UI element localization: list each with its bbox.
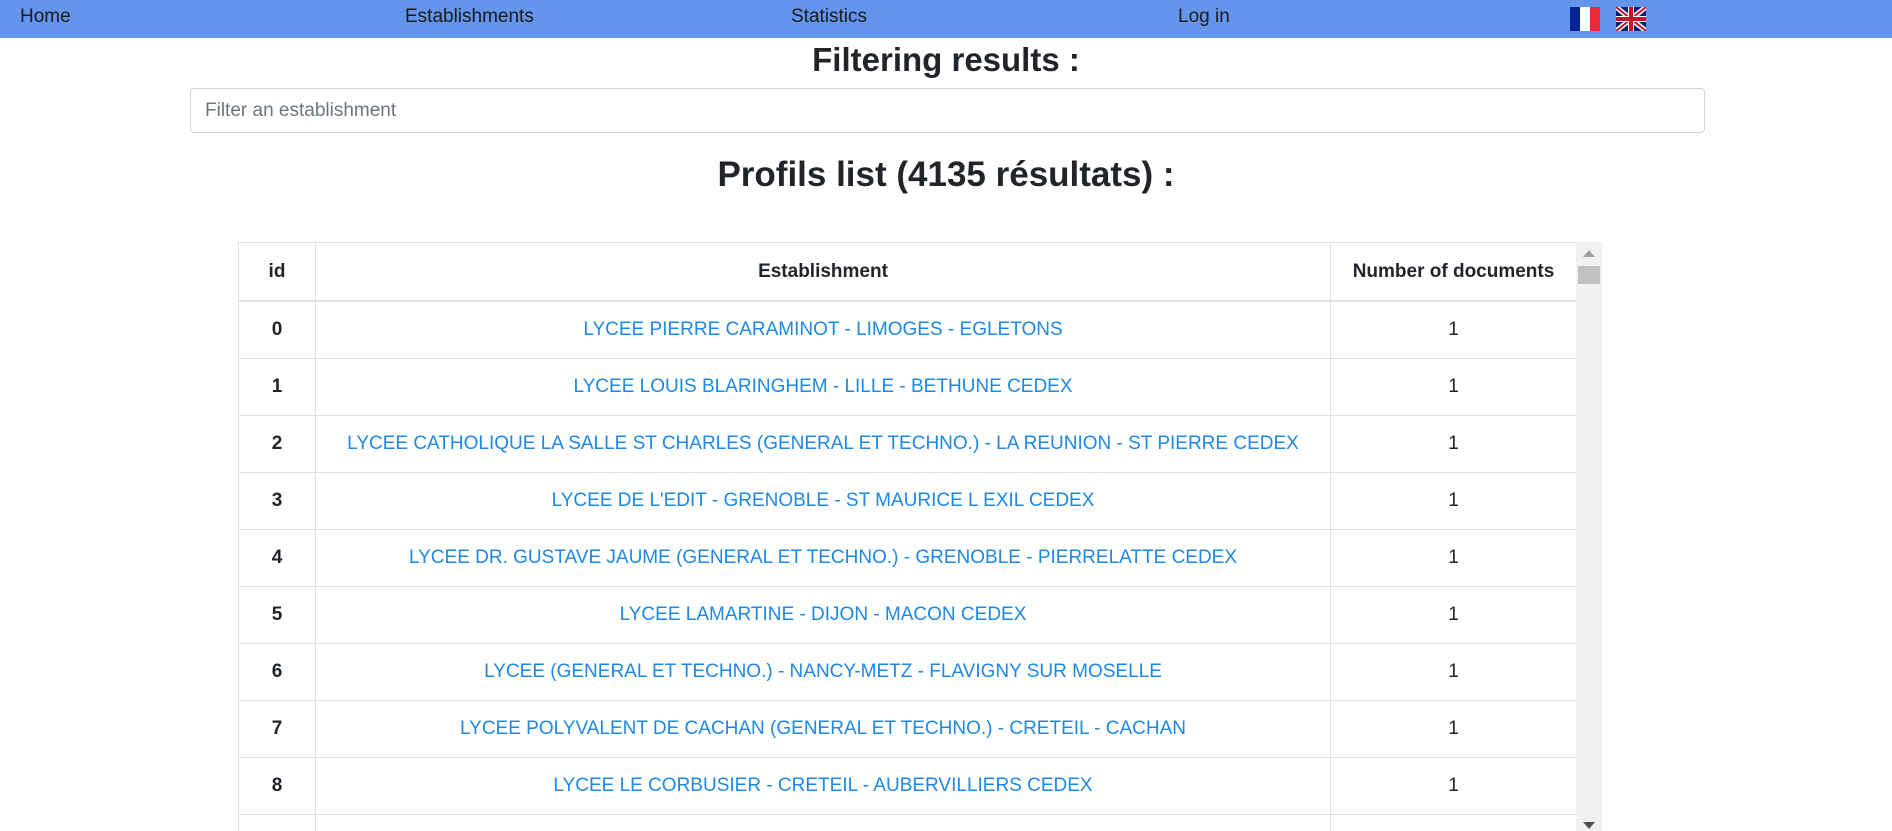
row-id: 5: [238, 586, 316, 644]
table-scrollbar[interactable]: [1576, 242, 1602, 831]
scrollbar-thumb[interactable]: [1578, 266, 1600, 284]
nav-home-link[interactable]: Home: [20, 6, 71, 28]
filter-title: Filtering results :: [812, 41, 1080, 78]
establishment-link[interactable]: LYCEE (GENERAL ET TECHNO.) - NANCY-METZ …: [484, 661, 1162, 682]
document-count: 1: [1330, 300, 1577, 359]
document-count: 1: [1330, 472, 1577, 530]
row-id: 7: [238, 700, 316, 758]
document-count: 1: [1330, 586, 1577, 644]
column-header-establishment: Establishment: [315, 242, 1331, 302]
establishment-link[interactable]: LYCEE DE L'EDIT - GRENOBLE - ST MAURICE …: [552, 490, 1095, 511]
row-id: 1: [238, 358, 316, 416]
nav-login-link[interactable]: Log in: [1178, 6, 1230, 28]
top-navbar: Home Establishments Statistics Log in: [0, 0, 1892, 38]
profiles-list-title: Profils list (4135 résultats) :: [717, 155, 1175, 194]
establishment-link[interactable]: LYCEE CATHOLIQUE LA SALLE ST CHARLES (GE…: [347, 433, 1299, 454]
establishment-link[interactable]: LYCEE LAMARTINE - DIJON - MACON CEDEX: [620, 604, 1027, 625]
document-count: 1: [1330, 757, 1577, 815]
row-id: 0: [238, 300, 316, 359]
document-count: 1: [1330, 643, 1577, 701]
establishment-link[interactable]: LYCEE LE CORBUSIER - CRETEIL - AUBERVILL…: [553, 775, 1092, 796]
row-id: [238, 814, 316, 831]
column-header-documents: Number of documents: [1330, 242, 1577, 302]
document-count: 1: [1330, 358, 1577, 416]
table-row: 3 LYCEE DE L'EDIT - GRENOBLE - ST MAURIC…: [238, 472, 1577, 530]
table-row: 4 LYCEE DR. GUSTAVE JAUME (GENERAL ET TE…: [238, 529, 1577, 587]
scroll-down-arrow-icon[interactable]: [1583, 822, 1595, 829]
table-row: [238, 814, 1577, 831]
row-id: 4: [238, 529, 316, 587]
establishment-link[interactable]: LYCEE PIERRE CARAMINOT - LIMOGES - EGLET…: [583, 319, 1062, 340]
table-row: 5 LYCEE LAMARTINE - DIJON - MACON CEDEX …: [238, 586, 1577, 644]
table-row: 6 LYCEE (GENERAL ET TECHNO.) - NANCY-MET…: [238, 643, 1577, 701]
establishment-filter-input[interactable]: [190, 88, 1705, 133]
table-row: 1 LYCEE LOUIS BLARINGHEM - LILLE - BETHU…: [238, 358, 1577, 416]
document-count: 1: [1330, 529, 1577, 587]
french-flag-icon[interactable]: [1570, 7, 1600, 31]
profiles-table-container: id Establishment Number of documents 0 L…: [238, 242, 1602, 831]
table-row: 2 LYCEE CATHOLIQUE LA SALLE ST CHARLES (…: [238, 415, 1577, 473]
table-header-row: id Establishment Number of documents: [238, 242, 1577, 302]
table-row: 0 LYCEE PIERRE CARAMINOT - LIMOGES - EGL…: [238, 300, 1577, 359]
table-row: 8 LYCEE LE CORBUSIER - CRETEIL - AUBERVI…: [238, 757, 1577, 815]
row-id: 8: [238, 757, 316, 815]
uk-flag-icon[interactable]: [1616, 7, 1646, 31]
nav-establishments-link[interactable]: Establishments: [405, 6, 534, 28]
row-id: 6: [238, 643, 316, 701]
document-count: 1: [1330, 700, 1577, 758]
nav-statistics-link[interactable]: Statistics: [791, 6, 867, 28]
document-count: [1330, 814, 1577, 831]
row-id: 3: [238, 472, 316, 530]
column-header-id: id: [238, 242, 316, 302]
profiles-table: id Establishment Number of documents 0 L…: [238, 242, 1577, 831]
document-count: 1: [1330, 415, 1577, 473]
table-row: 7 LYCEE POLYVALENT DE CACHAN (GENERAL ET…: [238, 700, 1577, 758]
establishment-link[interactable]: LYCEE POLYVALENT DE CACHAN (GENERAL ET T…: [460, 718, 1186, 739]
establishment-link[interactable]: LYCEE DR. GUSTAVE JAUME (GENERAL ET TECH…: [409, 547, 1237, 568]
establishment-link[interactable]: LYCEE LOUIS BLARINGHEM - LILLE - BETHUNE…: [573, 376, 1072, 397]
scroll-up-arrow-icon[interactable]: [1583, 250, 1595, 257]
row-id: 2: [238, 415, 316, 473]
